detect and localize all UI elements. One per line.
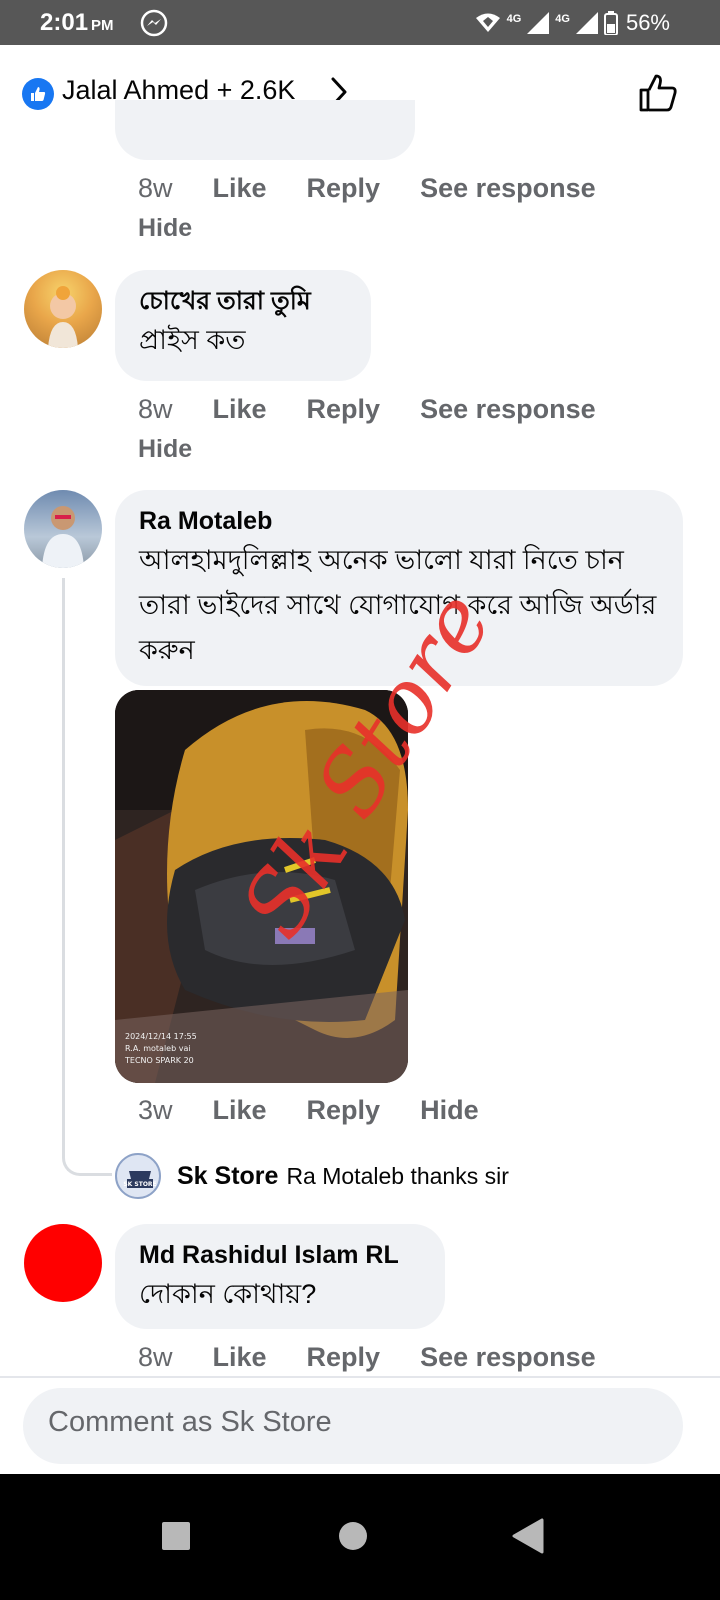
see-response-button[interactable]: See response (420, 173, 596, 204)
comment-text: প্রাইস কত (139, 325, 246, 355)
like-button[interactable]: Like (213, 394, 267, 425)
like-button[interactable]: Like (213, 173, 267, 204)
battery-icon (603, 11, 618, 35)
reply-button[interactable]: Reply (307, 173, 381, 204)
reply-button[interactable]: Reply (307, 1342, 381, 1373)
comment-bubble: Ra Motaleb আলহামদুলিল্লাহ অনেক ভালো যারা… (115, 490, 683, 686)
status-bar: 2:01 PM 4G 4G 56% (0, 0, 720, 45)
hide-button[interactable]: Hide (138, 435, 192, 464)
comment-author[interactable]: Md Rashidul Islam RL (139, 1238, 421, 1272)
status-icons: 4G 4G 56% (475, 10, 670, 36)
wifi-icon (475, 13, 500, 32)
comment-actions: 8w Like Reply See response (138, 173, 636, 204)
comment-time: 3w (138, 1095, 173, 1125)
composer-divider (0, 1376, 720, 1378)
avatar[interactable] (24, 270, 102, 348)
comment-actions: 3w Like Reply Hide (138, 1095, 519, 1126)
status-time: 2:01 PM (40, 9, 114, 37)
comment-time: 8w (138, 394, 173, 424)
reply-thread-line (62, 578, 112, 1176)
back-button[interactable] (498, 1506, 558, 1566)
avatar[interactable] (24, 1224, 102, 1302)
system-nav-bar (0, 1474, 720, 1600)
network-type-1: 4G (506, 13, 522, 25)
comment-text: আলহামদুলিল্লাহ অনেক ভালো যারা নিতে চান ত… (139, 545, 657, 665)
comment-author[interactable]: Ra Motaleb (139, 504, 659, 538)
comment-actions: 8w Like Reply See response (138, 1342, 636, 1373)
thumbs-up-icon[interactable] (638, 73, 678, 113)
hide-button[interactable]: Hide (420, 1095, 479, 1126)
battery-percent: 56% (625, 10, 670, 35)
comment-time: 8w (138, 173, 173, 203)
messenger-icon (140, 9, 168, 37)
comment-bubble: Md Rashidul Islam RL দোকান কোথায়? (115, 1224, 445, 1329)
comment-bubble: চোখের তারা তুমি প্রাইস কত (115, 270, 371, 381)
recents-button[interactable] (146, 1506, 206, 1566)
home-button[interactable] (323, 1506, 383, 1566)
comment-actions: 8w Like Reply See response (138, 394, 636, 425)
comment-author[interactable]: চোখের তারা তুমি (139, 284, 347, 318)
clock-time: 2:01 (40, 9, 89, 36)
reply-button[interactable]: Reply (307, 1095, 381, 1126)
photo-device: TECNO SPARK 20 (125, 1056, 194, 1065)
clock-ampm: PM (91, 17, 114, 34)
signal-icon (527, 12, 550, 34)
comment-photo[interactable]: 2024/12/14 17:55 R.A. motaleb vai TECNO … (115, 690, 408, 1083)
avatar[interactable] (24, 490, 102, 568)
photo-image (115, 690, 408, 1083)
signal-icon (575, 12, 598, 34)
like-reaction-icon (22, 78, 54, 110)
comment-time: 8w (138, 1342, 173, 1372)
photo-label: R.A. motaleb vai (125, 1044, 191, 1053)
avatar[interactable]: SK STORE (115, 1153, 161, 1199)
photo-timestamp: 2024/12/14 17:55 (125, 1032, 197, 1041)
comment-composer[interactable]: Comment as Sk Store (23, 1388, 683, 1464)
comment-bubble: Price (115, 100, 415, 160)
comment-text: Price (139, 111, 201, 141)
comment-text: দোকান কোথায়? (139, 1279, 317, 1309)
hide-button[interactable]: Hide (138, 214, 192, 243)
photo-caption: 2024/12/14 17:55 R.A. motaleb vai TECNO … (125, 1031, 197, 1067)
network-type-2: 4G (555, 13, 570, 25)
reply-preview[interactable]: SK STORE Sk Store Ra Motaleb thanks sir (115, 1152, 509, 1200)
reply-author[interactable]: Sk Store (177, 1162, 278, 1191)
comment-input[interactable]: Comment as Sk Store (48, 1406, 332, 1439)
see-response-button[interactable]: See response (420, 394, 596, 425)
like-button[interactable]: Like (213, 1342, 267, 1373)
see-response-button[interactable]: See response (420, 1342, 596, 1373)
avatar-logo-text: SK STORE (123, 1181, 156, 1188)
like-button[interactable]: Like (213, 1095, 267, 1126)
reply-button[interactable]: Reply (307, 394, 381, 425)
reply-text: Ra Motaleb thanks sir (286, 1162, 509, 1189)
